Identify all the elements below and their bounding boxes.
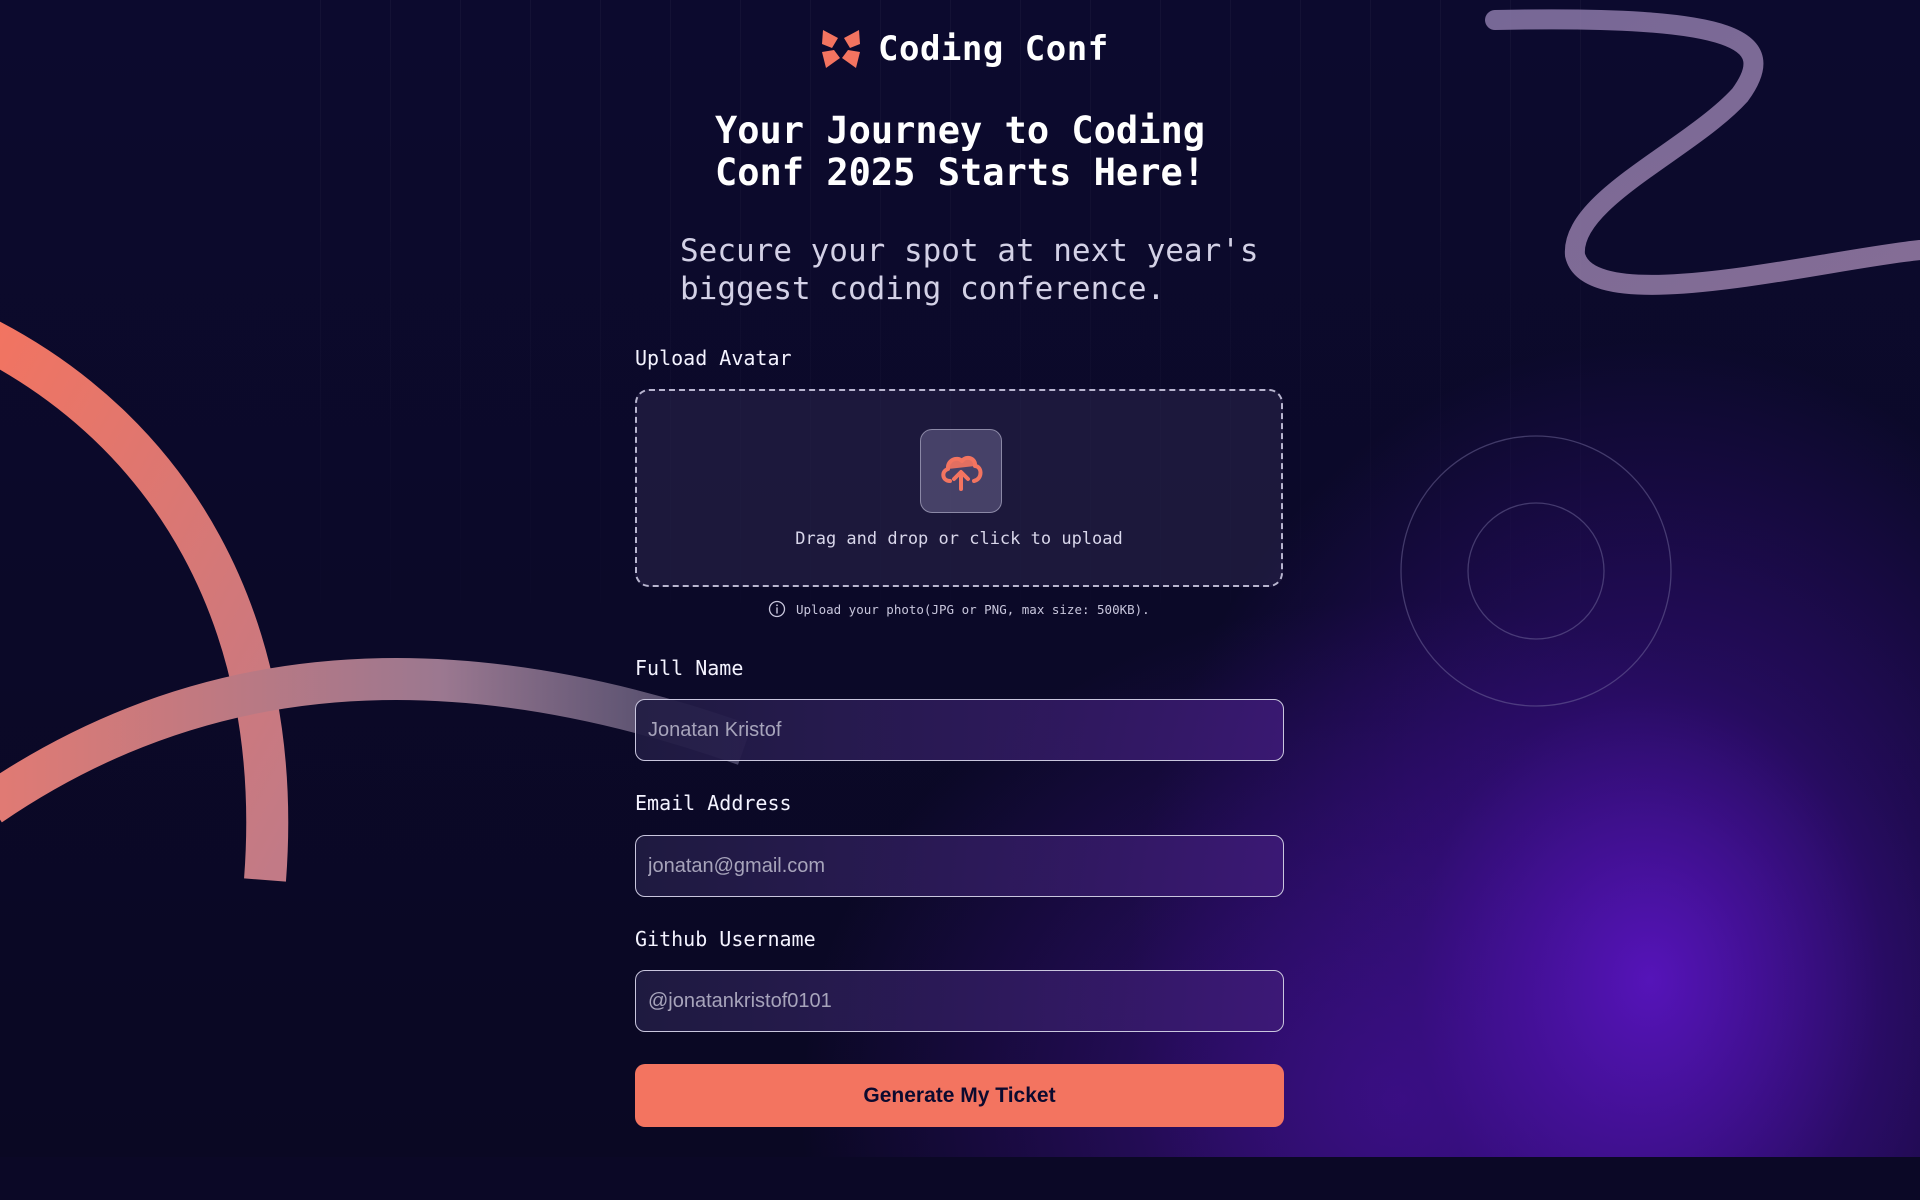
- email-input[interactable]: [635, 835, 1284, 897]
- generate-ticket-button[interactable]: Generate My Ticket: [635, 1064, 1284, 1127]
- full-name-input[interactable]: [635, 699, 1284, 761]
- upload-avatar-label: Upload Avatar: [635, 346, 792, 370]
- github-username-label: Github Username: [635, 927, 816, 951]
- email-label: Email Address: [635, 791, 792, 815]
- page-subtitle-line-2: biggest coding conference.: [680, 271, 1166, 307]
- page-subtitle: Secure your spot at next year's biggest …: [680, 232, 1260, 308]
- page-title: Your Journey to Coding Conf 2025 Starts …: [660, 110, 1260, 194]
- page-title-line-1: Your Journey to Coding: [714, 109, 1206, 152]
- page-subtitle-line-1: Secure your spot at next year's: [680, 233, 1259, 269]
- info-icon: [768, 600, 786, 618]
- upload-instructions: Drag and drop or click to upload: [795, 529, 1123, 549]
- cloud-upload-icon: [941, 455, 983, 491]
- upload-icon-button[interactable]: [920, 429, 1002, 513]
- page-title-line-2: Conf 2025 Starts Here!: [714, 151, 1206, 194]
- logo: Coding Conf: [820, 28, 1109, 70]
- coding-conf-logo-icon: [822, 30, 860, 68]
- full-name-label: Full Name: [635, 656, 744, 680]
- github-username-input[interactable]: [635, 970, 1284, 1032]
- avatar-dropzone[interactable]: Drag and drop or click to upload: [635, 389, 1283, 587]
- upload-hint: Upload your photo(JPG or PNG, max size: …: [768, 600, 1150, 618]
- upload-hint-text: Upload your photo(JPG or PNG, max size: …: [796, 601, 1150, 617]
- brand-name: Coding Conf: [878, 29, 1109, 69]
- ticket-form-page: Coding Conf Your Journey to Coding Conf …: [0, 0, 1920, 1157]
